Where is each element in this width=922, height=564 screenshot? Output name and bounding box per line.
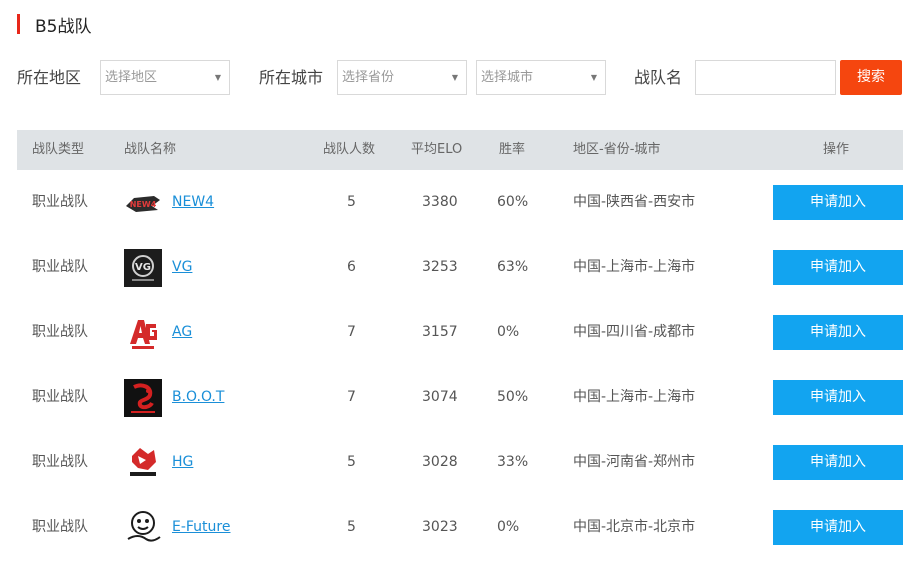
new4-logo-icon: NEW4 — [126, 196, 160, 212]
header-location: 地区-省份-城市 — [573, 142, 661, 157]
apply-join-button[interactable]: 申请加入 — [773, 445, 903, 480]
team-type: 职业战队 — [32, 389, 88, 405]
team-type: 职业战队 — [32, 454, 88, 470]
header-win-rate: 胜率 — [499, 142, 526, 157]
table-header: 战队类型 战队名称 战队人数 平均ELO 胜率 地区-省份-城市 操作 — [17, 130, 903, 170]
filter-bar: 所在地区 选择地区 ▼ 所在城市 选择省份 ▼ 选择城市 ▼ 战队名 搜索 — [0, 60, 922, 96]
team-members: 5 — [347, 454, 356, 470]
city-label: 所在城市 — [259, 68, 324, 87]
team-elo: 3028 — [422, 454, 458, 470]
dropdown-arrow-icon: ▼ — [590, 73, 597, 82]
table-row: 职业战队 AG 7 3157 0% 中国-四川省-成都市 申请加入 — [0, 300, 922, 365]
team-name-link[interactable]: VG — [172, 235, 192, 300]
boot-logo-icon — [124, 379, 162, 417]
page-title: B5战队 — [35, 16, 92, 37]
table-row: 职业战队 VG VG 6 3253 63% 中国-上海市-上海市 申请加入 — [0, 235, 922, 300]
apply-join-button[interactable]: 申请加入 — [773, 315, 903, 350]
region-select[interactable]: 选择地区 ▼ — [100, 60, 230, 95]
team-elo: 3074 — [422, 389, 458, 405]
table-row: 职业战队 NEW4 NEW4 5 3380 60% 中国-陕西省-西安市 申请加… — [0, 170, 922, 235]
team-name-link[interactable]: HG — [172, 430, 193, 495]
header-team-type: 战队类型 — [32, 142, 85, 157]
team-type: 职业战队 — [32, 519, 88, 535]
team-location: 中国-北京市-北京市 — [573, 519, 696, 535]
table-row: 职业战队 B.O.O.T 7 3074 50% 中国-上海市-上海市 申请加入 — [0, 365, 922, 430]
apply-join-button[interactable]: 申请加入 — [773, 510, 903, 545]
team-win-rate: 63% — [497, 259, 529, 275]
table-row: 职业战队 HG 5 3028 33% 中国-河南省-郑州市 申请加入 — [0, 430, 922, 495]
team-type: 职业战队 — [32, 259, 88, 275]
team-members: 5 — [347, 194, 356, 210]
province-select[interactable]: 选择省份 ▼ — [337, 60, 467, 95]
team-name-link[interactable]: B.O.O.T — [172, 365, 224, 430]
team-location: 中国-四川省-成都市 — [573, 324, 696, 340]
dropdown-arrow-icon: ▼ — [214, 73, 221, 82]
team-elo: 3157 — [422, 324, 458, 340]
team-name-input[interactable] — [695, 60, 836, 95]
team-members: 7 — [347, 324, 356, 340]
team-win-rate: 33% — [497, 454, 529, 470]
dropdown-arrow-icon: ▼ — [451, 73, 458, 82]
hg-logo-icon — [130, 448, 156, 476]
team-elo: 3253 — [422, 259, 458, 275]
title-accent-bar — [17, 14, 20, 34]
region-label: 所在地区 — [17, 68, 82, 87]
team-location: 中国-河南省-郑州市 — [573, 454, 696, 470]
apply-join-button[interactable]: 申请加入 — [773, 250, 903, 285]
svg-text:VG: VG — [135, 262, 151, 273]
team-members: 7 — [347, 389, 356, 405]
province-select-value: 选择省份 — [342, 70, 395, 85]
team-win-rate: 0% — [497, 324, 520, 340]
team-elo: 3023 — [422, 519, 458, 535]
header-team-name: 战队名称 — [124, 142, 177, 157]
team-win-rate: 60% — [497, 194, 529, 210]
city-select-value: 选择城市 — [481, 70, 534, 85]
team-location: 中国-上海市-上海市 — [573, 259, 696, 275]
apply-join-button[interactable]: 申请加入 — [773, 380, 903, 415]
team-location: 中国-陕西省-西安市 — [573, 194, 696, 210]
apply-join-button[interactable]: 申请加入 — [773, 185, 903, 220]
team-members: 5 — [347, 519, 356, 535]
page-header: B5战队 — [17, 12, 92, 37]
team-type: 职业战队 — [32, 194, 88, 210]
search-button[interactable]: 搜索 — [840, 60, 902, 95]
team-win-rate: 50% — [497, 389, 529, 405]
team-name-link[interactable]: AG — [172, 300, 192, 365]
header-avg-elo: 平均ELO — [411, 142, 463, 157]
team-elo: 3380 — [422, 194, 458, 210]
header-members: 战队人数 — [323, 142, 376, 157]
team-location: 中国-上海市-上海市 — [573, 389, 696, 405]
team-name-label: 战队名 — [634, 68, 683, 87]
svg-text:NEW4: NEW4 — [130, 200, 157, 209]
team-members: 6 — [347, 259, 356, 275]
header-action: 操作 — [823, 142, 850, 157]
vg-logo-icon: VG — [124, 249, 162, 287]
team-type: 职业战队 — [32, 324, 88, 340]
table-row: 职业战队 E-Future 5 3023 0% 中国-北京市-北京市 申请加入 — [0, 495, 922, 560]
team-name-link[interactable]: NEW4 — [172, 170, 214, 235]
city-select[interactable]: 选择城市 ▼ — [476, 60, 606, 95]
team-win-rate: 0% — [497, 519, 520, 535]
team-name-link[interactable]: E-Future — [172, 495, 230, 560]
region-select-value: 选择地区 — [105, 70, 158, 85]
ag-logo-icon — [130, 320, 157, 349]
efuture-logo-icon — [127, 511, 161, 542]
